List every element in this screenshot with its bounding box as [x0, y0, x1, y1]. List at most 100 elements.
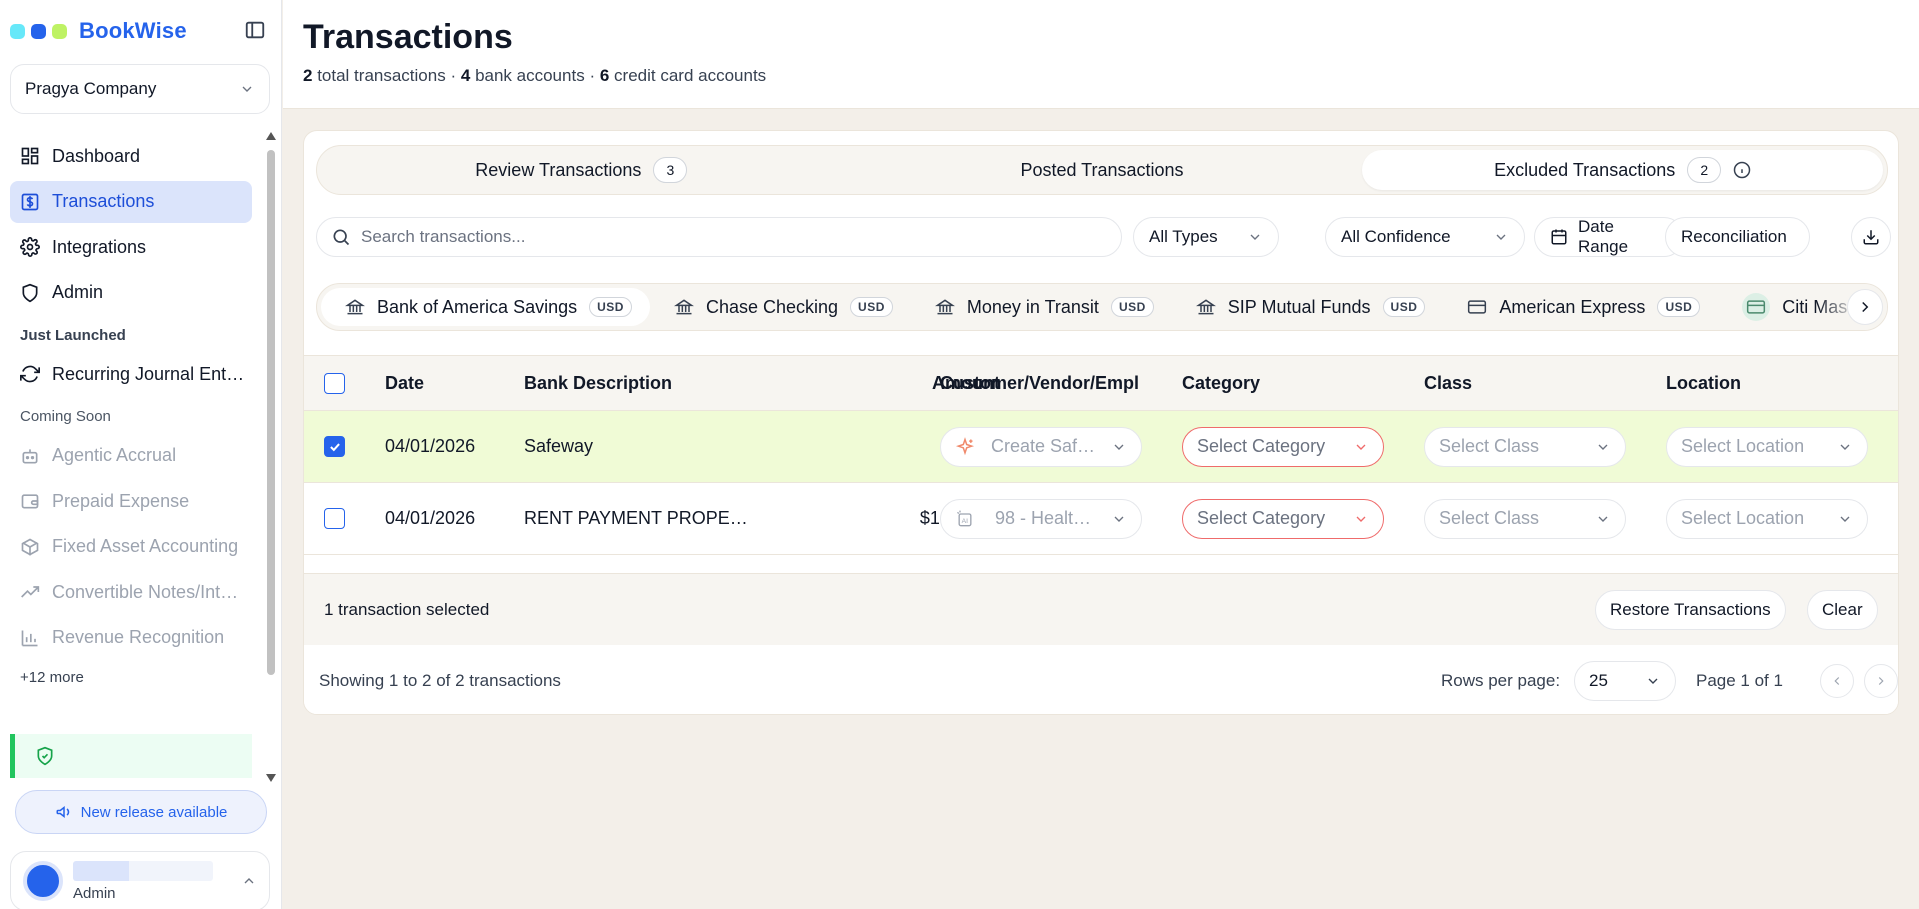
company-selector[interactable]: Pragya Company: [10, 64, 270, 114]
rows-per-page-select[interactable]: 25: [1574, 661, 1676, 701]
location-value: Select Location: [1681, 508, 1805, 528]
types-filter-label: All Types: [1149, 227, 1218, 246]
location-select[interactable]: Select Location: [1666, 498, 1868, 539]
bank-icon: [345, 297, 365, 317]
status-banner[interactable]: [10, 734, 252, 778]
info-icon[interactable]: [1733, 161, 1751, 179]
page-indicator: Page 1 of 1: [1696, 670, 1783, 690]
sidebar-item-transactions[interactable]: Transactions: [10, 180, 252, 223]
row-checkbox[interactable]: [324, 436, 345, 457]
reconciliation-label: Reconciliation: [1681, 227, 1787, 246]
main-nav: Dashboard Transactions Integrations Admi…: [10, 135, 252, 692]
account-name: Chase Checking: [705, 296, 839, 317]
page-title: Transactions: [303, 18, 513, 56]
column-header-date[interactable]: Date: [385, 356, 424, 410]
chevron-down-icon: [1837, 511, 1853, 527]
column-header-description[interactable]: Bank Description: [524, 356, 672, 410]
wallet-icon: [20, 491, 40, 511]
table-header: Date Bank Description Amount Customer/Ve…: [304, 355, 1898, 411]
sidebar-item-prepaid-expense[interactable]: Prepaid Expense: [10, 480, 252, 522]
sidebar-item-revenue-recognition[interactable]: Revenue Recognition: [10, 617, 252, 659]
account-tab-bofa-savings[interactable]: Bank of America Savings USD: [321, 288, 650, 326]
clear-selection-button[interactable]: Clear: [1807, 590, 1878, 630]
restore-transactions-button[interactable]: Restore Transactions: [1595, 590, 1786, 630]
brand-logo[interactable]: BookWise: [10, 14, 187, 48]
account-name: Bank of America Savings: [377, 296, 578, 317]
new-release-button[interactable]: New release available: [15, 790, 267, 834]
avatar: [23, 861, 63, 901]
sidebar-item-label: Prepaid Expense: [52, 490, 190, 511]
category-select[interactable]: Select Category: [1182, 426, 1384, 467]
account-selector: Bank of America Savings USD Chase Checki…: [316, 283, 1888, 331]
chevron-left-icon: [1830, 674, 1844, 688]
vendor-select[interactable]: Create Saf…: [940, 426, 1142, 467]
separator: ·: [450, 66, 457, 85]
download-button[interactable]: [1851, 217, 1891, 257]
account-scroll-next-button[interactable]: [1847, 289, 1883, 325]
vendor-select[interactable]: AI 98 - Healt…: [940, 498, 1142, 539]
tab-review-transactions[interactable]: Review Transactions 3: [321, 150, 842, 190]
currency-badge: USD: [1657, 297, 1701, 317]
chevron-down-icon: [239, 81, 255, 97]
sidebar-item-label: Admin: [52, 282, 104, 302]
tab-posted-transactions[interactable]: Posted Transactions: [842, 150, 1363, 190]
sidebar-toggle-icon[interactable]: [244, 19, 266, 41]
scroll-up-icon[interactable]: [266, 132, 276, 140]
row-category-cell: Select Category: [1182, 411, 1384, 482]
bank-label: bank accounts: [475, 66, 585, 85]
select-all-checkbox[interactable]: [324, 372, 345, 394]
account-tab-chase-checking[interactable]: Chase Checking USD: [650, 288, 911, 326]
showing-count: Showing 1 to 2 of 2 transactions: [319, 670, 561, 690]
vendor-value: 98 - Healt…: [994, 508, 1092, 528]
count-badge: 2: [1687, 157, 1722, 183]
row-checkbox[interactable]: [324, 508, 345, 529]
class-value: Select Class: [1439, 436, 1540, 456]
tab-excluded-transactions[interactable]: Excluded Transactions 2: [1362, 150, 1884, 190]
sidebar-item-integrations[interactable]: Integrations: [10, 226, 252, 268]
search-box[interactable]: [316, 217, 1122, 257]
column-header-category[interactable]: Category: [1182, 356, 1260, 410]
user-menu[interactable]: Admin: [10, 851, 270, 909]
scroll-down-icon[interactable]: [266, 774, 276, 782]
reconciliation-button[interactable]: Reconciliation: [1665, 217, 1810, 257]
sidebar-item-agentic-accrual[interactable]: Agentic Accrual: [10, 435, 252, 477]
previous-page-button[interactable]: [1820, 664, 1854, 698]
date-range-button[interactable]: Date Range: [1534, 217, 1684, 257]
pagination: Showing 1 to 2 of 2 transactions Rows pe…: [304, 645, 1898, 714]
sidebar-item-admin[interactable]: Admin: [10, 272, 252, 314]
category-select[interactable]: Select Category: [1182, 498, 1384, 539]
scroll-thumb[interactable]: [267, 150, 275, 675]
sidebar-scrollbar[interactable]: [266, 130, 276, 782]
column-header-location[interactable]: Location: [1666, 356, 1741, 410]
row-category-cell: Select Category: [1182, 483, 1384, 554]
table-row[interactable]: 04/01/2026 RENT PAYMENT PROPE… $1,850.00…: [304, 483, 1898, 555]
column-header-class[interactable]: Class: [1424, 356, 1472, 410]
next-page-button[interactable]: [1864, 664, 1898, 698]
credit-card-icon: [1467, 297, 1487, 317]
logo-dot-icon: [31, 23, 46, 39]
account-tab-money-in-transit[interactable]: Money in Transit USD: [911, 288, 1172, 326]
row-vendor-cell: Create Saf…: [940, 411, 1142, 482]
class-select[interactable]: Select Class: [1424, 498, 1626, 539]
confidence-filter[interactable]: All Confidence: [1325, 217, 1525, 257]
sidebar-item-recurring-journal[interactable]: Recurring Journal Ent…: [10, 353, 252, 395]
confidence-filter-label: All Confidence: [1341, 227, 1451, 246]
sidebar-item-dashboard[interactable]: Dashboard: [10, 135, 252, 177]
account-name: Money in Transit: [966, 296, 1099, 317]
account-tab-sip-mutual-funds[interactable]: SIP Mutual Funds USD: [1172, 288, 1444, 326]
types-filter[interactable]: All Types: [1133, 217, 1279, 257]
more-features-link[interactable]: +12 more: [10, 662, 252, 692]
chevron-right-icon: [1856, 298, 1874, 316]
table-row[interactable]: 04/01/2026 Safeway $98.69 Create Saf… Se…: [304, 411, 1898, 483]
class-select[interactable]: Select Class: [1424, 426, 1626, 467]
sidebar-item-convertible-notes[interactable]: Convertible Notes/Int…: [10, 571, 252, 613]
user-name-redacted: [73, 860, 213, 881]
brand-name: BookWise: [79, 18, 187, 43]
location-select[interactable]: Select Location: [1666, 426, 1868, 467]
account-tab-american-express[interactable]: American Express USD: [1443, 288, 1718, 326]
sidebar-item-fixed-asset[interactable]: Fixed Asset Accounting: [10, 526, 252, 568]
search-input[interactable]: [361, 227, 1101, 247]
filter-bar: All Types All Confidence Date Range Reco…: [316, 217, 1892, 257]
column-header-vendor[interactable]: Customer/Vendor/Empl: [940, 356, 1140, 410]
card-count: 6: [599, 66, 610, 85]
